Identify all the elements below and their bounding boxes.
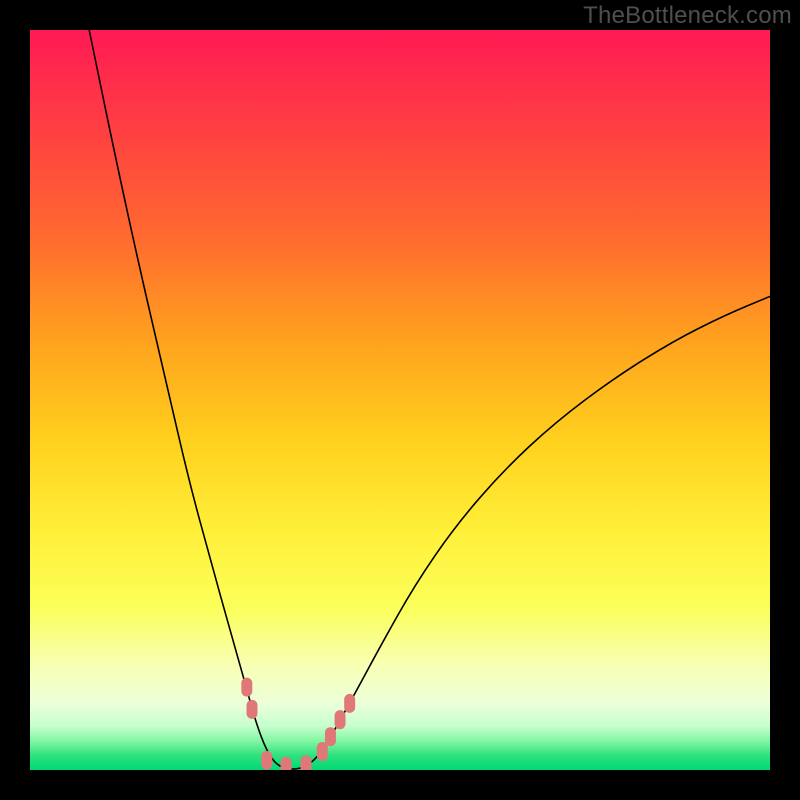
plot-area [30,30,770,770]
curve-marker [335,710,346,729]
marker-group [241,678,355,770]
chart-svg [30,30,770,770]
watermark-text: TheBottleneck.com [583,2,792,30]
curve-marker [247,700,258,719]
chart-frame: TheBottleneck.com [0,0,800,800]
curve-marker [301,755,312,770]
curve-marker [317,742,328,761]
curve-marker [344,694,355,713]
curve-marker [281,757,292,770]
curve-marker [325,727,336,746]
curve-marker [241,678,252,697]
bottleneck-curve [89,30,770,769]
curve-marker [261,751,272,770]
